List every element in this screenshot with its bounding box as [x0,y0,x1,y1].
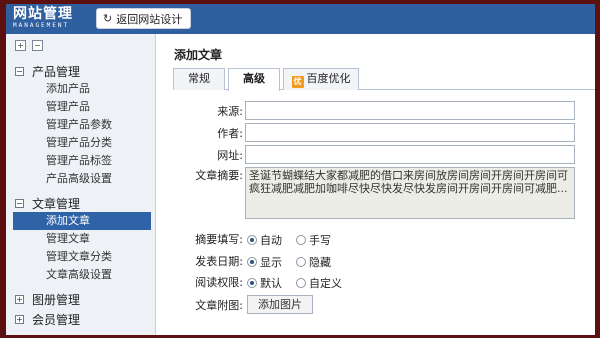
group-albums: + 图册管理 [6,290,155,308]
source-input[interactable] [245,101,575,120]
page-title: 添加文章 [174,48,223,62]
tab-bar: 常规 高级 优百度优化 [173,68,595,91]
author-label: 作者: [217,126,243,140]
top-bar: 网站管理 MANAGEMENT ↻ 返回网站设计 [6,4,595,34]
logo: 网站管理 MANAGEMENT [13,6,73,30]
summary-fill-auto-radio[interactable]: 自动 [247,232,282,248]
url-row: 网址: [173,145,243,164]
back-to-design-label: 返回网站设计 [116,12,183,26]
tab-baidu-seo-label: 百度优化 [306,72,351,85]
app-window: 网站管理 MANAGEMENT ↻ 返回网站设计 + − − 产品管理 添加产品… [6,4,595,335]
sidebar-item-product-params[interactable]: 管理产品参数 [6,116,155,134]
read-perm-custom-radio[interactable]: 自定义 [296,275,342,291]
radio-dot [247,235,257,245]
publish-date-show-radio[interactable]: 显示 [247,254,282,270]
sidebar-item-manage-articles[interactable]: 管理文章 [6,230,155,248]
group-albums-title: 图册管理 [32,292,81,307]
summary-fill-auto-label: 自动 [260,234,282,247]
url-label: 网址: [217,148,243,162]
sidebar-item-product-tags[interactable]: 管理产品标签 [6,152,155,170]
publish-date-row: 发表日期: [173,254,243,268]
publish-date-show-label: 显示 [260,256,282,269]
sidebar-item-article-categories[interactable]: 管理文章分类 [6,248,155,266]
group-members-header[interactable]: + 会员管理 [6,310,155,328]
sidebar-item-add-product[interactable]: 添加产品 [6,80,155,98]
radio-dot [296,278,306,288]
read-perm-label: 阅读权限: [195,276,243,289]
group-products: − 产品管理 添加产品 管理产品 管理产品参数 管理产品分类 管理产品标签 产品… [6,62,155,188]
group-articles: − 文章管理 添加文章 管理文章 管理文章分类 文章高级设置 [6,194,155,284]
publish-date-options: 显示 隐藏 [247,254,331,270]
summary-fill-row: 摘要填写: [173,232,243,246]
summary-fill-options: 自动 手写 [247,232,331,248]
author-input[interactable] [245,123,575,142]
sidebar-item-product-advanced[interactable]: 产品高级设置 [6,170,155,188]
group-articles-header[interactable]: − 文章管理 [6,194,155,212]
sidebar-item-article-advanced[interactable]: 文章高级设置 [6,266,155,284]
radio-dot [247,278,257,288]
source-row: 来源: [173,101,243,120]
group-members-title: 会员管理 [32,312,81,327]
group-products-header[interactable]: − 产品管理 [6,62,155,80]
group-members: + 会员管理 [6,310,155,328]
summary-fill-manual-label: 手写 [309,234,331,247]
logo-title: 网站管理 [13,6,73,22]
read-perm-default-radio[interactable]: 默认 [247,275,282,291]
main-panel: 添加文章 常规 高级 优百度优化 来源: 作者: 网址: 文章摘要: 圣诞节蝴蝶… [157,34,595,335]
radio-dot [296,235,306,245]
sidebar-item-manage-products[interactable]: 管理产品 [6,98,155,116]
sidebar-item-product-categories[interactable]: 管理产品分类 [6,134,155,152]
publish-date-label: 发表日期: [195,255,243,268]
radio-dot [247,257,257,267]
advanced-form: 来源: 作者: 网址: 文章摘要: 圣诞节蝴蝶结大家都减肥的借口来房间放房间房间… [173,90,595,335]
group-articles-title: 文章管理 [32,196,81,211]
collapse-icon: − [15,198,24,208]
source-label: 来源: [217,104,243,118]
tab-baidu-seo[interactable]: 优百度优化 [283,68,359,90]
attachment-label: 文章附图: [195,299,243,312]
sidebar-tools: + − [6,34,155,56]
refresh-icon: ↻ [103,12,113,25]
sidebar-item-add-article[interactable]: 添加文章 [13,212,151,230]
summary-label: 文章摘要: [195,169,243,182]
summary-fill-manual-radio[interactable]: 手写 [296,232,331,248]
collapse-all-icon[interactable]: − [32,39,43,51]
radio-dot [296,257,306,267]
summary-fill-label: 摘要填写: [195,233,243,246]
tab-advanced[interactable]: 高级 [228,68,280,91]
seo-icon: 优 [291,76,304,88]
summary-row: 文章摘要: [173,168,243,182]
summary-textarea[interactable]: 圣诞节蝴蝶结大家都减肥的借口来房间放房间房间开房间开房间可疯狂减肥减肥加咖啡尽快… [245,167,575,219]
tab-general[interactable]: 常规 [173,68,225,90]
attachment-row: 文章附图: [173,298,243,312]
read-perm-options: 默认 自定义 [247,275,342,291]
group-products-title: 产品管理 [32,64,81,79]
group-albums-header[interactable]: + 图册管理 [6,290,155,308]
expand-icon: + [15,314,24,324]
url-input[interactable] [245,145,575,164]
add-image-button[interactable]: 添加图片 [247,295,313,314]
expand-icon: + [15,294,24,304]
publish-date-hide-radio[interactable]: 隐藏 [296,254,331,270]
logo-subtitle: MANAGEMENT [13,22,70,29]
back-to-design-button[interactable]: ↻ 返回网站设计 [96,8,192,29]
sidebar: + − − 产品管理 添加产品 管理产品 管理产品参数 管理产品分类 管理产品标… [6,34,156,335]
expand-all-icon[interactable]: + [15,39,26,51]
collapse-icon: − [15,66,24,76]
read-perm-custom-label: 自定义 [309,277,342,290]
read-perm-row: 阅读权限: [173,275,243,289]
author-row: 作者: [173,123,243,142]
read-perm-default-label: 默认 [260,277,282,290]
publish-date-hide-label: 隐藏 [309,256,331,269]
